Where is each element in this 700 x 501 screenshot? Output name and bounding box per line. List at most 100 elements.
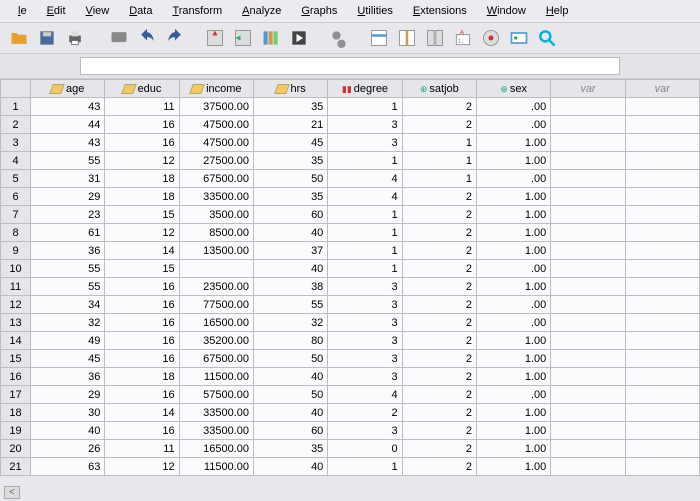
cell-empty[interactable]: [625, 278, 699, 296]
cell-empty[interactable]: [625, 404, 699, 422]
undo-icon[interactable]: [136, 27, 158, 49]
cell-educ[interactable]: 15: [105, 260, 179, 278]
cell-educ[interactable]: 14: [105, 404, 179, 422]
menu-analyze[interactable]: Analyze: [232, 2, 291, 20]
cell-income[interactable]: 37500.00: [179, 98, 253, 116]
open-file-icon[interactable]: [8, 27, 30, 49]
cell-educ[interactable]: 16: [105, 116, 179, 134]
cell-empty[interactable]: [625, 188, 699, 206]
split-file-icon[interactable]: [424, 27, 446, 49]
cell-income[interactable]: 13500.00: [179, 242, 253, 260]
cell-income[interactable]: 3500.00: [179, 206, 253, 224]
cell-satjob[interactable]: 2: [402, 386, 476, 404]
cell-age[interactable]: 30: [31, 404, 105, 422]
cell-degree[interactable]: 3: [328, 116, 402, 134]
cell-empty[interactable]: [551, 404, 625, 422]
goto-case-icon[interactable]: [204, 27, 226, 49]
cell-degree[interactable]: 3: [328, 314, 402, 332]
cell-hrs[interactable]: 32: [253, 314, 327, 332]
cell-sex[interactable]: 1.00: [476, 368, 550, 386]
cell-income[interactable]: 67500.00: [179, 170, 253, 188]
cell-degree[interactable]: 4: [328, 386, 402, 404]
row-header[interactable]: 4: [1, 152, 31, 170]
cell-degree[interactable]: 4: [328, 188, 402, 206]
insert-variable-icon[interactable]: [396, 27, 418, 49]
cell-sex[interactable]: 1.00: [476, 278, 550, 296]
menu-window[interactable]: Window: [477, 2, 536, 20]
cell-empty[interactable]: [551, 116, 625, 134]
cell-income[interactable]: 35200.00: [179, 332, 253, 350]
cell-income[interactable]: 11500.00: [179, 368, 253, 386]
cell-income[interactable]: 57500.00: [179, 386, 253, 404]
menu-data[interactable]: Data: [119, 2, 162, 20]
menu-graphs[interactable]: Graphs: [291, 2, 347, 20]
cell-satjob[interactable]: 1: [402, 152, 476, 170]
cell-hrs[interactable]: 35: [253, 98, 327, 116]
cell-satjob[interactable]: 2: [402, 314, 476, 332]
cell-income[interactable]: 33500.00: [179, 188, 253, 206]
cell-sex[interactable]: 1.00: [476, 242, 550, 260]
cell-empty[interactable]: [625, 296, 699, 314]
cell-age[interactable]: 23: [31, 206, 105, 224]
cell-educ[interactable]: 16: [105, 134, 179, 152]
save-icon[interactable]: [36, 27, 58, 49]
cell-editor-input[interactable]: [80, 57, 620, 75]
row-header[interactable]: 5: [1, 170, 31, 188]
cell-educ[interactable]: 12: [105, 224, 179, 242]
column-header-hrs[interactable]: hrs: [253, 80, 327, 98]
cell-sex[interactable]: 1.00: [476, 458, 550, 476]
cell-hrs[interactable]: 40: [253, 458, 327, 476]
row-header[interactable]: 3: [1, 134, 31, 152]
cell-degree[interactable]: 1: [328, 224, 402, 242]
cell-degree[interactable]: 2: [328, 404, 402, 422]
row-header[interactable]: 11: [1, 278, 31, 296]
cell-educ[interactable]: 12: [105, 458, 179, 476]
column-header-var[interactable]: var: [625, 80, 699, 98]
cell-empty[interactable]: [625, 224, 699, 242]
cell-hrs[interactable]: 37: [253, 242, 327, 260]
column-header-income[interactable]: income: [179, 80, 253, 98]
row-header[interactable]: 20: [1, 440, 31, 458]
cell-hrs[interactable]: 35: [253, 152, 327, 170]
cell-sex[interactable]: 1.00: [476, 224, 550, 242]
cell-income[interactable]: 77500.00: [179, 296, 253, 314]
menu-utilities[interactable]: Utilities: [347, 2, 402, 20]
cell-satjob[interactable]: 2: [402, 422, 476, 440]
cell-degree[interactable]: 4: [328, 170, 402, 188]
cell-hrs[interactable]: 21: [253, 116, 327, 134]
print-icon[interactable]: [64, 27, 86, 49]
cell-educ[interactable]: 14: [105, 242, 179, 260]
cell-age[interactable]: 44: [31, 116, 105, 134]
cell-degree[interactable]: 3: [328, 350, 402, 368]
cell-empty[interactable]: [551, 278, 625, 296]
cell-educ[interactable]: 16: [105, 314, 179, 332]
cell-empty[interactable]: [625, 98, 699, 116]
row-header[interactable]: 16: [1, 368, 31, 386]
column-header-satjob[interactable]: ⊕satjob: [402, 80, 476, 98]
cell-educ[interactable]: 11: [105, 440, 179, 458]
cell-sex[interactable]: 1.00: [476, 332, 550, 350]
cell-empty[interactable]: [551, 170, 625, 188]
cell-satjob[interactable]: 2: [402, 350, 476, 368]
cell-empty[interactable]: [625, 350, 699, 368]
row-header[interactable]: 6: [1, 188, 31, 206]
cell-satjob[interactable]: 2: [402, 296, 476, 314]
cell-empty[interactable]: [625, 440, 699, 458]
row-header[interactable]: 1: [1, 98, 31, 116]
menu-le[interactable]: le: [8, 2, 37, 20]
row-header[interactable]: 9: [1, 242, 31, 260]
cell-degree[interactable]: 3: [328, 332, 402, 350]
cell-income[interactable]: 16500.00: [179, 440, 253, 458]
cell-empty[interactable]: [551, 242, 625, 260]
cell-hrs[interactable]: 60: [253, 422, 327, 440]
cell-empty[interactable]: [625, 242, 699, 260]
cell-degree[interactable]: 3: [328, 368, 402, 386]
cell-age[interactable]: 32: [31, 314, 105, 332]
column-header-sex[interactable]: ⊕sex: [476, 80, 550, 98]
cell-educ[interactable]: 18: [105, 368, 179, 386]
cell-sex[interactable]: .00: [476, 296, 550, 314]
cell-degree[interactable]: 1: [328, 98, 402, 116]
cell-educ[interactable]: 18: [105, 188, 179, 206]
cell-degree[interactable]: 1: [328, 458, 402, 476]
row-header[interactable]: 21: [1, 458, 31, 476]
